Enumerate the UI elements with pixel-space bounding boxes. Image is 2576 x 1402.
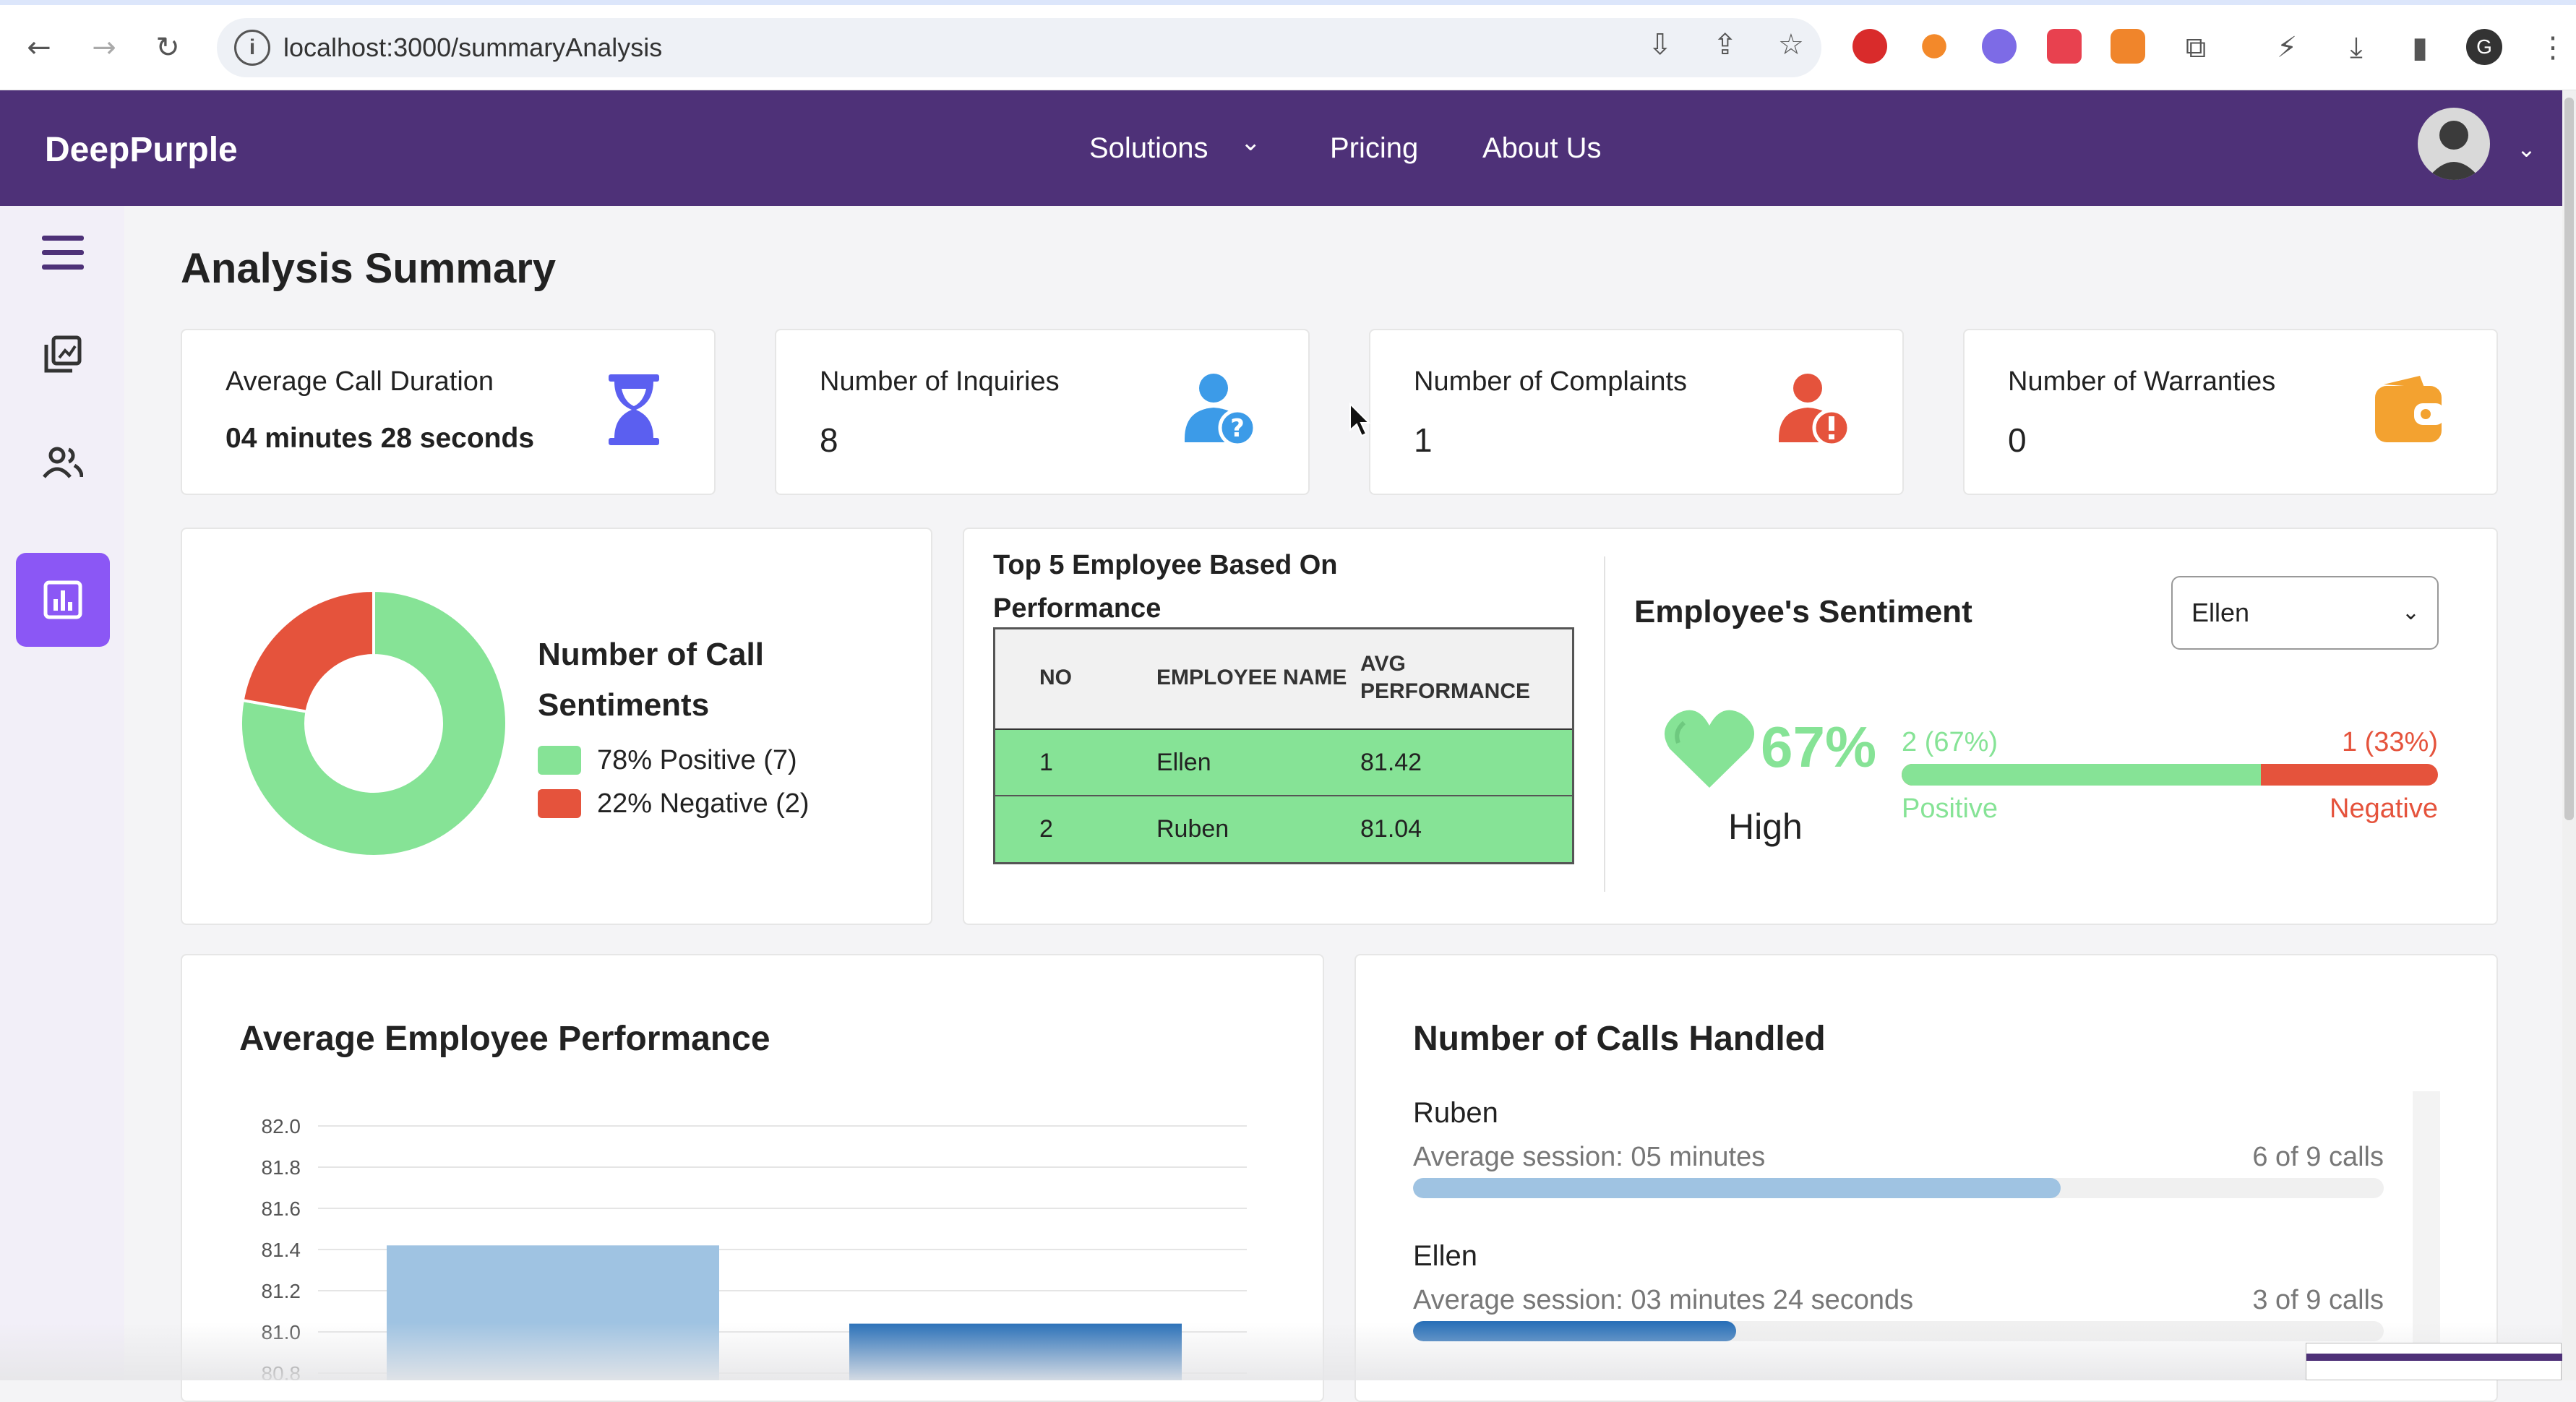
kpi-label: Average Call Duration	[226, 366, 494, 397]
user-alert-icon	[1779, 374, 1851, 447]
tab-strip-accent	[0, 0, 2576, 5]
kpi-value: 0	[2008, 421, 2027, 459]
install-app-icon[interactable]: ⇩	[1648, 28, 1673, 61]
employee-call-count: 3 of 9 calls	[2252, 1285, 2384, 1315]
user-question-icon: ?	[1185, 374, 1257, 447]
opera-extension-icon[interactable]	[1852, 29, 1887, 64]
nav-about-us[interactable]: About Us	[1482, 132, 1602, 165]
nav-pricing[interactable]: Pricing	[1330, 132, 1418, 165]
url-text[interactable]: localhost:3000/summaryAnalysis	[283, 33, 662, 63]
top5-title: Top 5 Employee Based On Performance	[993, 550, 1338, 624]
legend-negative: 22% Negative (2)	[538, 788, 810, 820]
y-tick-label: 81.8	[262, 1156, 301, 1179]
account-chevron-icon[interactable]: ⌄	[2517, 135, 2536, 163]
kpi-value: 1	[1414, 421, 1433, 459]
share-icon[interactable]: ⇪	[1713, 28, 1738, 61]
sentiment-bar	[1902, 764, 2438, 786]
table-border	[993, 627, 1574, 864]
browser-profile-avatar[interactable]: G	[2466, 29, 2502, 65]
kpi-card-complaints: Number of Complaints 1	[1369, 329, 1904, 495]
bookmark-star-icon[interactable]: ☆	[1778, 28, 1804, 61]
address-bar[interactable]: i localhost:3000/summaryAnalysis ⇩ ⇪ ☆	[217, 18, 1821, 77]
donut-slice-negative[interactable]	[241, 589, 375, 713]
download-icon[interactable]: ⤓	[2336, 27, 2377, 68]
employee-name: Ellen	[1413, 1240, 1477, 1272]
sentiment-bar-positive	[1902, 764, 2262, 786]
heart-icon	[1664, 710, 1755, 788]
y-tick-label: 81.2	[262, 1280, 301, 1302]
nav-solutions[interactable]: Solutions	[1089, 132, 1208, 165]
reload-icon[interactable]: ↻	[147, 27, 188, 68]
kpi-card-warranties: Number of Warranties 0	[1963, 329, 2498, 495]
positive-label: Positive	[1902, 794, 1998, 824]
sparkle-extension-icon[interactable]	[1922, 34, 1946, 59]
wallet-icon	[2375, 376, 2444, 442]
sentiments-title: Number of Call Sentiments	[538, 637, 764, 723]
negative-label: Negative	[2330, 794, 2438, 824]
brand-logo[interactable]: DeepPurple	[45, 130, 238, 170]
legend-positive: 78% Positive (7)	[538, 744, 797, 776]
browser-menu-icon[interactable]: ⋮	[2533, 27, 2573, 68]
legend-swatch	[538, 746, 581, 775]
kpi-label: Number of Inquiries	[820, 366, 1060, 397]
metamask-icon[interactable]	[2111, 29, 2145, 64]
performance-title: Average Employee Performance	[239, 1020, 770, 1058]
legend-label: 22% Negative (2)	[597, 788, 810, 819]
kpi-label: Number of Complaints	[1414, 366, 1688, 397]
chevron-down-icon: ⌄	[2401, 600, 2420, 625]
svg-text:?: ?	[1230, 414, 1245, 443]
employee-name: Ruben	[1413, 1097, 1498, 1129]
chevron-down-icon[interactable]: ⌄	[1240, 128, 1261, 157]
mouse-cursor-icon	[1349, 403, 1370, 437]
hourglass-icon	[609, 374, 659, 445]
negative-count: 1 (33%)	[2341, 727, 2438, 757]
card-divider	[1604, 556, 1605, 892]
sentiment-percent: 67%	[1761, 715, 1877, 779]
browser-toolbar: ← → ↻ i localhost:3000/summaryAnalysis ⇩…	[0, 0, 2576, 90]
analytics-icon[interactable]	[16, 553, 110, 647]
user-avatar[interactable]	[2418, 108, 2490, 180]
purple-extension-icon[interactable]	[1982, 29, 2017, 64]
back-icon[interactable]: ←	[19, 27, 59, 68]
employee-calls-bar	[1413, 1178, 2384, 1198]
y-tick-label: 81.4	[262, 1239, 301, 1261]
kpi-value: 8	[820, 421, 838, 459]
legend-swatch	[538, 789, 581, 818]
employee-session: Average session: 03 minutes 24 seconds	[1413, 1285, 1914, 1315]
sentiment-donut-chart	[239, 589, 508, 858]
kpi-label: Number of Warranties	[2008, 366, 2276, 397]
forward-icon[interactable]: →	[84, 27, 124, 68]
employee-select-value: Ellen	[2191, 598, 2250, 627]
employee-session: Average session: 05 minutes	[1413, 1142, 1766, 1172]
side-panel-icon[interactable]: ▮	[2400, 27, 2440, 68]
reports-icon[interactable]	[16, 307, 110, 401]
calls-title: Number of Calls Handled	[1413, 1020, 1826, 1058]
employee-select[interactable]: Ellen ⌄	[2171, 576, 2439, 650]
sidebar	[0, 206, 124, 1380]
menu-icon[interactable]	[16, 206, 110, 300]
site-info-icon[interactable]: i	[234, 30, 270, 66]
app-navbar: DeepPurple Solutions ⌄ Pricing About Us …	[0, 90, 2562, 206]
red-extension-icon[interactable]	[2047, 29, 2082, 64]
page-title: Analysis Summary	[181, 245, 557, 292]
window-thumbnail[interactable]	[2306, 1343, 2562, 1380]
positive-count: 2 (67%)	[1902, 727, 1998, 757]
y-tick-label: 82.0	[262, 1115, 301, 1137]
sentiment-level: High	[1728, 807, 1803, 847]
page-scrollbar[interactable]	[2562, 90, 2576, 1380]
employee-sentiment-title: Employee's Sentiment	[1634, 594, 1972, 629]
employee-calls-bar-fill	[1413, 1178, 2061, 1198]
y-tick-label: 81.6	[262, 1197, 301, 1220]
legend-label: 78% Positive (7)	[597, 744, 797, 775]
kpi-card-call-duration: Average Call Duration 04 minutes 28 seco…	[181, 329, 716, 495]
kpi-value: 04 minutes 28 seconds	[226, 423, 535, 454]
kpi-card-inquiries: Number of Inquiries 8 ?	[775, 329, 1310, 495]
people-icon[interactable]	[16, 416, 110, 509]
performance-icon[interactable]: ⚡	[2267, 27, 2307, 68]
extensions-puzzle-icon[interactable]: ⧉	[2176, 27, 2216, 68]
bottom-fade	[0, 1323, 2562, 1380]
employee-call-count: 6 of 9 calls	[2252, 1142, 2384, 1172]
